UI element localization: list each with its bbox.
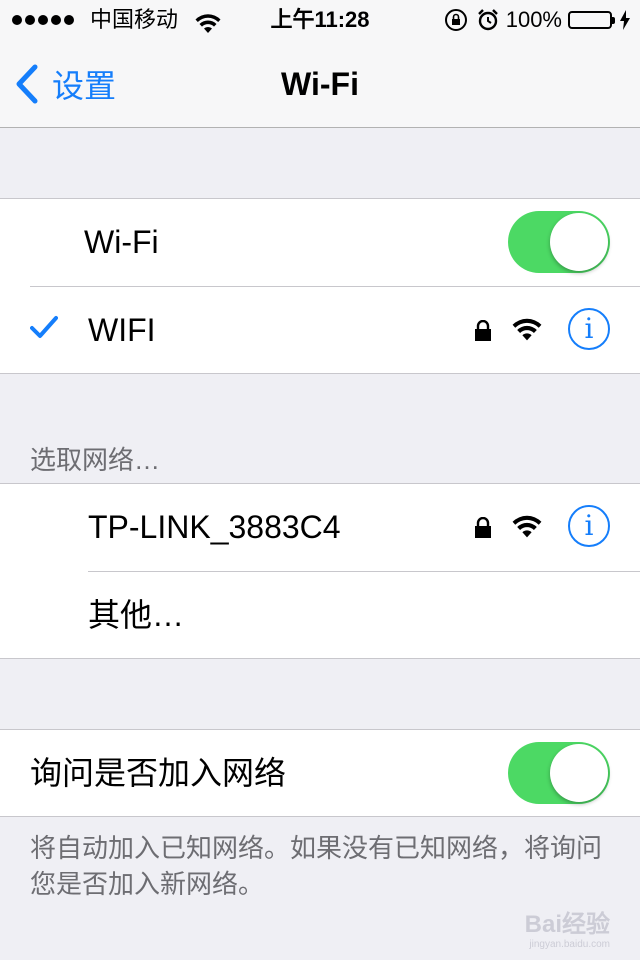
network-name: TP-LINK_3883C4 xyxy=(88,509,341,545)
wifi-toggle[interactable] xyxy=(508,211,610,273)
lock-icon xyxy=(475,320,491,341)
alarm-icon xyxy=(476,8,500,32)
watermark: Bai经验 jingyan.baidu.com xyxy=(525,904,610,950)
back-button[interactable]: 设置 xyxy=(14,40,116,128)
back-label: 设置 xyxy=(52,68,117,104)
lock-icon xyxy=(475,517,491,538)
info-icon[interactable]: i xyxy=(568,505,610,547)
wifi-label: Wi-Fi xyxy=(84,224,159,260)
section-header: 选取网络… xyxy=(30,445,161,475)
status-bar: 中国移动 上午11:28 100% xyxy=(0,0,640,40)
status-right: 100% xyxy=(444,0,630,40)
footer-description: 将自动加入已知网络。如果没有已知网络，将询问您是否加入新网络。 xyxy=(30,833,603,899)
watermark-url: jingyan.baidu.com xyxy=(529,939,610,950)
connected-network-name: WIFI xyxy=(88,312,156,348)
chevron-left-icon xyxy=(16,64,38,104)
ask-join-row: 询问是否加入网络 xyxy=(0,730,640,816)
wifi-icon xyxy=(512,515,542,538)
charging-icon xyxy=(620,10,630,30)
toggle-knob xyxy=(550,744,608,802)
watermark-brand: Bai经验 xyxy=(524,911,610,938)
rotation-lock-icon xyxy=(444,8,468,32)
other-network-label: 其他… xyxy=(88,597,185,633)
other-network-row[interactable]: 其他… xyxy=(0,572,640,658)
wifi-group: Wi-Fi WIFI i xyxy=(0,198,640,374)
toggle-knob xyxy=(550,213,608,271)
info-icon[interactable]: i xyxy=(568,308,610,350)
ask-join-toggle[interactable] xyxy=(508,742,610,804)
navigation-bar: 设置 Wi-Fi xyxy=(0,40,640,128)
wifi-toggle-row: Wi-Fi xyxy=(0,199,640,286)
networks-group: TP-LINK_3883C4 i 其他… xyxy=(0,483,640,659)
wifi-icon xyxy=(512,318,542,341)
battery-percentage: 100% xyxy=(505,7,562,32)
connected-network-row[interactable]: WIFI i xyxy=(0,287,640,373)
checkmark-icon xyxy=(30,316,58,338)
battery-icon xyxy=(568,11,615,29)
ask-join-label: 询问是否加入网络 xyxy=(30,755,287,791)
ask-join-group: 询问是否加入网络 xyxy=(0,729,640,817)
network-row[interactable]: TP-LINK_3883C4 i xyxy=(0,484,640,571)
